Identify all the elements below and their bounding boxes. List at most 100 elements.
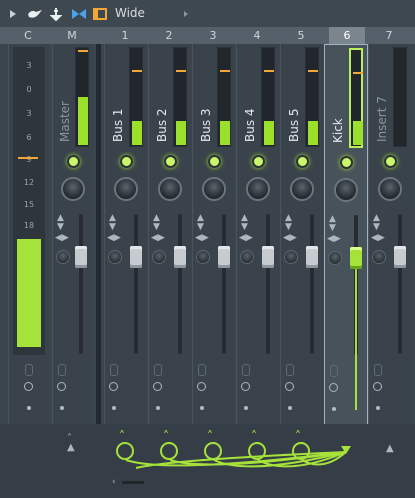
enable-led[interactable] [67, 155, 80, 168]
channel-name[interactable]: Bus 2 [155, 108, 169, 142]
enable-led[interactable] [120, 155, 133, 168]
bowtie-icon[interactable] [70, 0, 88, 27]
arrow-icon[interactable] [180, 0, 192, 27]
mic-icon[interactable] [110, 364, 118, 376]
clock-icon[interactable] [329, 383, 338, 392]
enable-led[interactable] [384, 155, 397, 168]
volume-knob[interactable] [372, 250, 386, 264]
volume-fader[interactable] [75, 246, 87, 268]
pan-knob[interactable] [334, 178, 358, 202]
mic-icon[interactable] [58, 364, 66, 376]
swap-arrows-icon[interactable]: ◀▶ [283, 234, 297, 243]
clock-icon[interactable] [373, 382, 382, 391]
mic-icon[interactable] [198, 364, 206, 376]
volume-knob[interactable] [328, 251, 342, 265]
clock-icon[interactable] [285, 382, 294, 391]
pan-knob[interactable] [246, 177, 270, 201]
column-label[interactable]: 4 [241, 27, 273, 44]
channel-insert-7[interactable]: Insert 7 ▲ ▼ ◀▶ [368, 44, 411, 424]
swap-arrows-icon[interactable]: ◀▶ [107, 234, 121, 243]
route-target-icon[interactable] [339, 444, 353, 458]
column-label-selected[interactable]: 6 [329, 27, 365, 44]
enable-led[interactable] [340, 156, 353, 169]
horizontal-scrollbar[interactable] [122, 481, 144, 484]
volume-fader[interactable] [306, 246, 318, 268]
channel-bus-4[interactable]: Bus 4 ▲ ▼ ◀▶ [236, 44, 279, 424]
send-bus-3[interactable] [204, 442, 222, 460]
channel-kick[interactable]: Kick ▲ ▼ ◀▶ [324, 44, 368, 426]
volume-fader[interactable] [130, 246, 142, 268]
mic-icon[interactable] [330, 365, 338, 377]
pan-knob[interactable] [61, 177, 85, 201]
volume-fader[interactable] [218, 246, 230, 268]
mic-icon[interactable] [154, 364, 162, 376]
volume-knob[interactable] [196, 250, 210, 264]
stereo-arrows-icon[interactable]: ▲ ▼ [57, 214, 64, 232]
stereo-arrows-icon[interactable]: ▲ ▼ [197, 214, 204, 232]
send-bus-5[interactable] [292, 442, 310, 460]
up-chevron-icon[interactable]: ▲ [386, 444, 394, 454]
column-label[interactable]: M [56, 27, 88, 44]
send-arrow-icon[interactable]: ˄ [251, 430, 257, 442]
send-bus-1[interactable] [116, 442, 134, 460]
volume-knob[interactable] [108, 250, 122, 264]
channel-name[interactable]: Bus 4 [243, 108, 257, 142]
column-label[interactable]: 1 [109, 27, 141, 44]
enable-led[interactable] [252, 155, 265, 168]
pin-icon[interactable] [48, 0, 64, 27]
mic-icon[interactable] [242, 364, 250, 376]
up-chevron-icon[interactable]: ˄ ▲ [67, 434, 75, 453]
channel-bus-5[interactable]: Bus 5 ▲ ▼ ◀▶ [280, 44, 323, 424]
volume-fader[interactable] [350, 247, 362, 269]
swap-arrows-icon[interactable]: ◀▶ [371, 234, 385, 243]
volume-knob[interactable] [284, 250, 298, 264]
pan-knob[interactable] [114, 177, 138, 201]
pan-knob[interactable] [378, 177, 402, 201]
channel-name[interactable]: Bus 5 [287, 108, 301, 142]
clock-icon[interactable] [57, 382, 66, 391]
send-arrow-icon[interactable]: ˄ [119, 430, 125, 442]
volume-knob[interactable] [240, 250, 254, 264]
stereo-arrows-icon[interactable]: ▲ ▼ [109, 214, 116, 232]
volume-fader[interactable] [394, 246, 406, 268]
volume-fader[interactable] [262, 246, 274, 268]
mic-icon[interactable] [374, 364, 382, 376]
send-arrow-icon[interactable]: ˄ [163, 430, 169, 442]
play-menu-icon[interactable] [6, 0, 20, 27]
enable-led[interactable] [164, 155, 177, 168]
enable-led[interactable] [208, 155, 221, 168]
scroll-left-icon[interactable]: ‹ [112, 478, 116, 487]
clock-icon[interactable] [109, 382, 118, 391]
stereo-arrows-icon[interactable]: ▲ ▼ [241, 214, 248, 232]
volume-fader[interactable] [174, 246, 186, 268]
swap-arrows-icon[interactable]: ◀▶ [327, 235, 341, 244]
channel-name[interactable]: Insert 7 [375, 96, 389, 142]
column-label[interactable]: 5 [285, 27, 317, 44]
swap-arrows-icon[interactable]: ◀▶ [55, 234, 69, 243]
clock-icon[interactable] [241, 382, 250, 391]
swap-arrows-icon[interactable]: ◀▶ [151, 234, 165, 243]
stereo-arrows-icon[interactable]: ▲ ▼ [329, 215, 336, 233]
send-bus-4[interactable] [248, 442, 266, 460]
stereo-arrows-icon[interactable]: ▲ ▼ [373, 214, 380, 232]
mic-icon[interactable] [25, 364, 33, 376]
channel-name[interactable]: Bus 3 [199, 108, 213, 142]
preset-label[interactable]: Wide [115, 6, 145, 20]
channel-name[interactable]: Master [58, 101, 72, 142]
channel-master[interactable]: Master ▲ ▼ ◀▶ [52, 44, 93, 424]
column-label[interactable]: 3 [197, 27, 229, 44]
swap-arrows-icon[interactable]: ◀▶ [195, 234, 209, 243]
send-arrow-icon[interactable]: ˄ [295, 430, 301, 442]
pan-knob[interactable] [202, 177, 226, 201]
stereo-arrows-icon[interactable]: ▲ ▼ [285, 214, 292, 232]
enable-led[interactable] [296, 155, 309, 168]
channel-bus-1[interactable]: Bus 1 ▲ ▼ ◀▶ [104, 44, 147, 424]
pan-knob[interactable] [158, 177, 182, 201]
pan-knob[interactable] [290, 177, 314, 201]
volume-knob[interactable] [56, 250, 70, 264]
send-bus-2[interactable] [160, 442, 178, 460]
clock-icon[interactable] [197, 382, 206, 391]
swap-arrows-icon[interactable]: ◀▶ [239, 234, 253, 243]
column-label[interactable]: 2 [153, 27, 185, 44]
send-arrow-icon[interactable]: ˄ [207, 430, 213, 442]
